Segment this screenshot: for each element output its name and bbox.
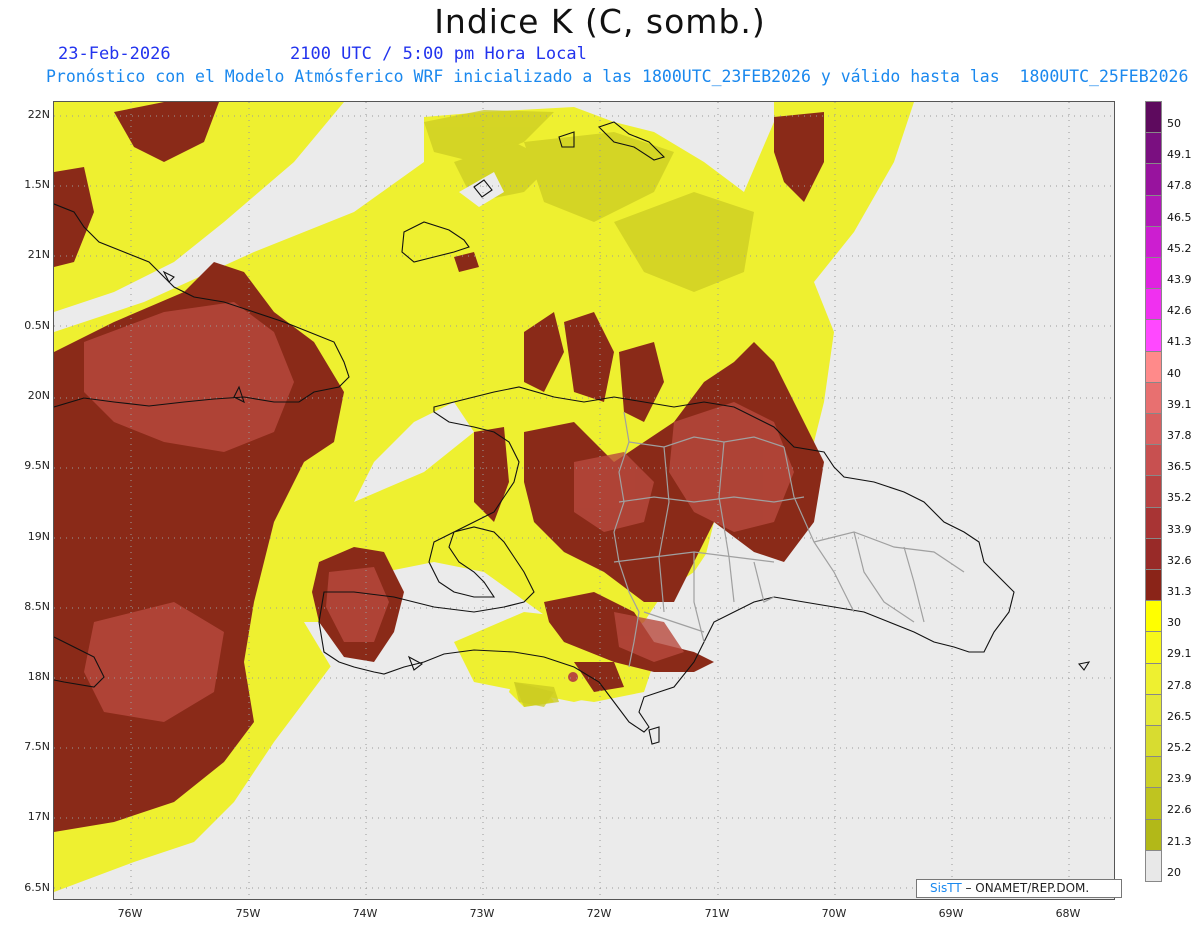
map-title: Indice K (C, somb.) [434,2,766,41]
colorbar-swatch [1145,600,1162,633]
colorbar-swatch [1145,257,1162,290]
lon-label: 69W [938,907,964,920]
forecast-date: 23-Feb-2026 [58,44,171,64]
colorbar-label: 40 [1167,366,1181,380]
colorbar-label: 23.9 [1167,772,1192,786]
lon-label: 71W [704,907,730,920]
lon-label: 74W [352,907,378,920]
colorbar-swatch [1145,225,1162,258]
colorbar-swatch [1145,444,1162,477]
colorbar-label: 35.2 [1167,491,1192,505]
colorbar-swatch [1145,350,1162,383]
colorbar-label: 47.8 [1167,179,1192,193]
lon-label: 73W [469,907,495,920]
colorbar-swatch [1145,631,1162,664]
colorbar-swatch [1145,288,1162,321]
lon-label: 70W [821,907,847,920]
lat-label: 8.5N [24,600,50,613]
lat-label: 17N [27,810,50,823]
colorbar-label: 22.6 [1167,803,1192,817]
colorbar-label: 30 [1167,616,1181,630]
k-index-isolated-cell [566,670,580,684]
colorbar-swatch [1145,662,1162,695]
lat-label: 6.5N [24,881,50,894]
colorbar-label: 29.1 [1167,647,1192,661]
lat-label: 1.5N [24,178,50,191]
lat-label: 0.5N [24,319,50,332]
colorbar-swatch [1145,163,1162,196]
colorbar-label: 27.8 [1167,678,1192,692]
map-area [53,101,1115,900]
colorbar-label: 25.2 [1167,741,1192,754]
lon-label: 76W [117,907,143,920]
colorbar-swatch [1145,101,1162,134]
colorbar-label: 49.1 [1167,148,1192,162]
lat-label: 20N [27,389,50,402]
lat-label: 9.5N [24,459,50,472]
colorbar-swatch [1145,132,1162,165]
colorbar-label: 33.9 [1167,522,1192,536]
lon-label: 68W [1055,907,1081,920]
colorbar-swatch [1145,381,1162,414]
colorbar-swatch [1145,693,1162,726]
colorbar-swatch [1145,569,1162,602]
colorbar-label: 32.6 [1167,553,1192,567]
lat-label: 21N [27,248,50,261]
colorbar-label: 21.3 [1167,834,1192,848]
colorbar-label: 43.9 [1167,273,1192,286]
colorbar-label: 45.2 [1167,241,1192,255]
colorbar-label: 36.5 [1167,460,1192,474]
map-svg [54,102,1114,899]
forecast-info: Pronóstico con el Modelo Atmósferico WRF… [46,67,1189,86]
colorbar-label: 31.3 [1167,585,1192,598]
credit-box: SisTT – ONAMET/REP.DOM. [916,879,1122,898]
colorbar-swatch [1145,475,1162,508]
colorbar-label: 41.3 [1167,335,1192,349]
colorbar-swatch [1145,818,1162,851]
colorbar-swatch [1145,787,1162,820]
colorbar-label: 26.5 [1167,709,1192,723]
colorbar-swatch [1145,506,1162,539]
colorbar-label: 46.5 [1167,210,1192,224]
lat-label: 22N [27,108,50,121]
colorbar-swatch [1145,319,1162,352]
lon-label: 75W [235,907,261,920]
colorbar-swatch [1145,194,1162,227]
colorbar-label: 42.6 [1167,304,1192,318]
lon-label: 72W [586,907,612,920]
colorbar-swatch [1145,849,1162,882]
lat-label: 19N [27,530,50,543]
forecast-time: 2100 UTC / 5:00 pm Hora Local [290,44,587,64]
credit-brand: SisTT [930,881,962,895]
credit-text: – ONAMET/REP.DOM. [961,881,1090,895]
colorbar-label: 37.8 [1167,429,1192,442]
colorbar-swatch [1145,537,1162,570]
colorbar-swatch [1145,725,1162,758]
lat-label: 7.5N [24,740,50,753]
colorbar-swatch [1145,413,1162,446]
colorbar-label: 50 [1167,117,1181,130]
lat-label: 18N [27,670,50,683]
colorbar-label: 39.1 [1167,397,1192,411]
colorbar-swatch [1145,756,1162,789]
colorbar-label: 20 [1167,865,1181,879]
